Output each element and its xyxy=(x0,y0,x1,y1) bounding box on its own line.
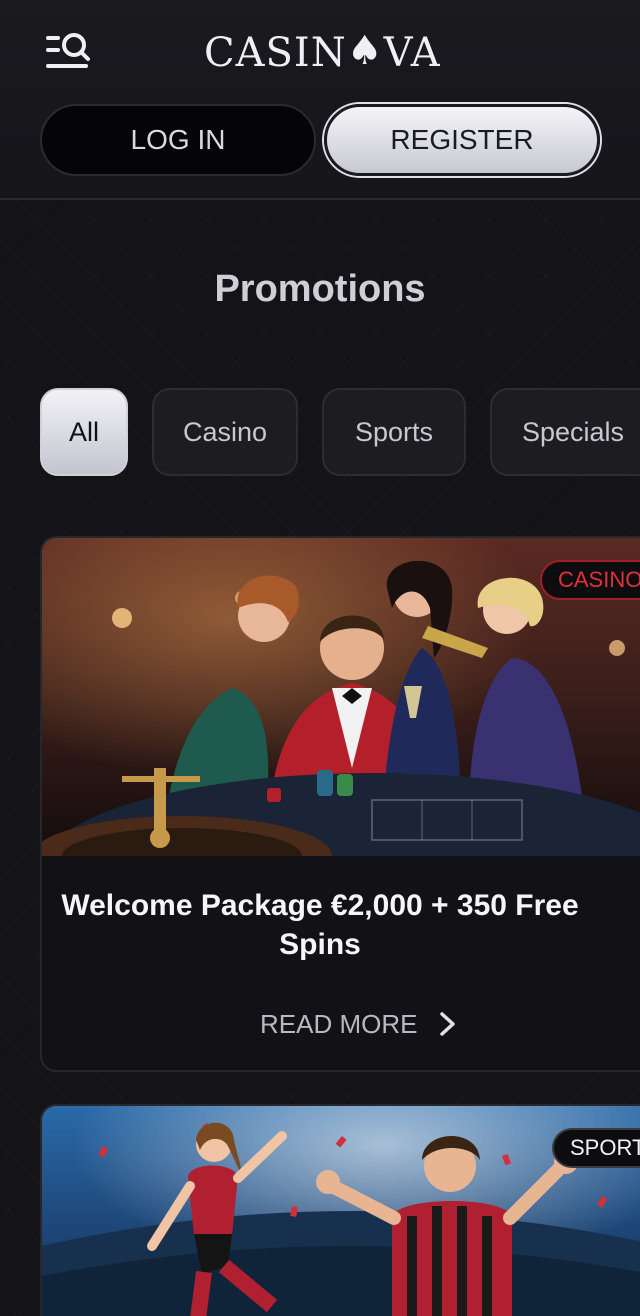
promo-badge-casino: CASINO xyxy=(540,560,640,600)
chevron-right-icon xyxy=(440,1012,456,1036)
page-title: Promotions xyxy=(214,268,426,310)
read-more-link[interactable]: READ MORE xyxy=(260,1004,457,1044)
casinova-logo[interactable]: CASIN ♠ VA xyxy=(204,28,440,78)
filter-casino[interactable]: Casino xyxy=(152,388,298,476)
promo-card-sport[interactable]: SPORT xyxy=(40,1104,640,1316)
logo-text-start: CASIN xyxy=(204,30,347,76)
read-more-label: READ MORE xyxy=(260,1008,418,1039)
promo-image-sport xyxy=(42,1106,640,1316)
promo-card-casino[interactable]: CASINO xyxy=(40,536,640,1072)
filter-all[interactable]: All xyxy=(40,388,128,476)
promo-badge-sport: SPORT xyxy=(552,1128,640,1168)
promo-title: Welcome Package €2,000 + 350 Free Spins xyxy=(61,889,579,961)
filter-specials[interactable]: Specials xyxy=(490,388,640,476)
promotion-filters: All Casino Sports Specials xyxy=(40,388,640,476)
login-button[interactable]: LOG IN xyxy=(40,104,316,176)
site-header: CASIN ♠ VA LOG IN REGISTER xyxy=(0,0,640,200)
spade-icon: ♠ xyxy=(346,28,384,74)
logo-text-end: VA xyxy=(383,30,441,76)
register-button[interactable]: REGISTER xyxy=(324,104,600,176)
filter-sports[interactable]: Sports xyxy=(322,388,466,476)
menu-search-icon[interactable] xyxy=(44,30,92,76)
page: CASIN ♠ VA LOG IN REGISTER Promotions All … xyxy=(0,0,640,1316)
